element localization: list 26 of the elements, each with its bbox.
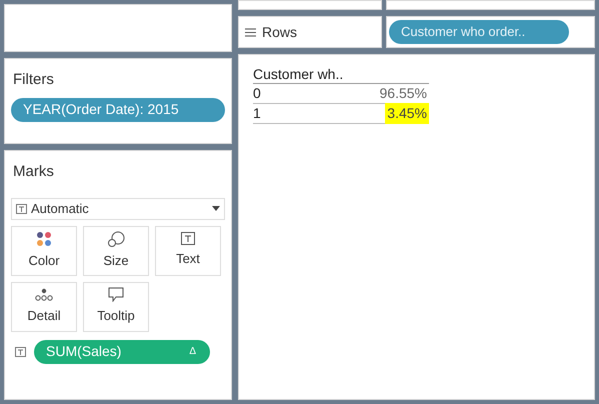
caret-icon [212, 206, 220, 211]
text-box-icon [181, 232, 195, 246]
detail-card[interactable]: Detail [11, 282, 77, 332]
tooltip-card[interactable]: Tooltip [83, 282, 149, 332]
column-header: Customer wh.. [253, 65, 429, 84]
pill-label: SUM(Sales) [46, 342, 122, 361]
row-key: 1 [253, 103, 261, 124]
color-dots-icon [36, 230, 52, 247]
speech-bubble-icon [108, 287, 124, 302]
color-card[interactable]: Color [11, 226, 77, 276]
filters-title: Filters [12, 70, 55, 90]
row-value: 3.45% [385, 103, 429, 124]
row-value: 96.55% [378, 84, 428, 103]
delta-symbol: Δ [189, 345, 196, 359]
rows-icon [245, 28, 256, 36]
row-key: 0 [253, 83, 261, 104]
rows-label: Rows [262, 22, 298, 42]
text-mark-icon [16, 204, 27, 214]
marks-title: Marks [12, 162, 55, 182]
dots-icon [35, 288, 53, 302]
text-mark-icon [15, 346, 26, 356]
mark-type-dropdown[interactable]: Automatic [11, 198, 225, 220]
circles-icon [107, 230, 125, 247]
text-card[interactable]: Text [155, 226, 221, 276]
size-card[interactable]: Size [83, 226, 149, 276]
mark-type-text: Automatic [31, 200, 90, 218]
